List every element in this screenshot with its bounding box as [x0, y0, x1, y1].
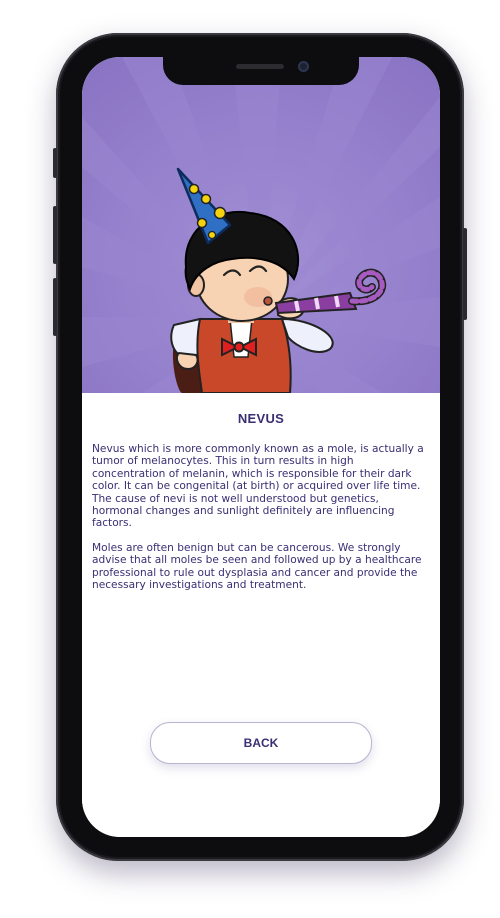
- back-button[interactable]: BACK: [150, 722, 372, 764]
- phone-notch: [163, 57, 359, 85]
- article-paragraph: Nevus which is more commonly known as a …: [92, 443, 424, 530]
- page-title: NEVUS: [237, 411, 285, 426]
- article-body: Nevus which is more commonly known as a …: [92, 443, 428, 603]
- phone-power-button: [463, 228, 467, 320]
- article-content: NEVUS Nevus which is more commonly known…: [82, 393, 440, 837]
- phone-silent-switch: [53, 148, 57, 178]
- app-screen: NEVUS Nevus which is more commonly known…: [82, 57, 440, 837]
- article-paragraph: Moles are often benign but can be cancer…: [92, 541, 422, 592]
- hero-illustration: [82, 57, 440, 393]
- phone-volume-down-button: [53, 278, 57, 336]
- phone-speaker: [236, 64, 284, 69]
- phone-camera: [298, 61, 309, 72]
- phone-volume-up-button: [53, 206, 57, 264]
